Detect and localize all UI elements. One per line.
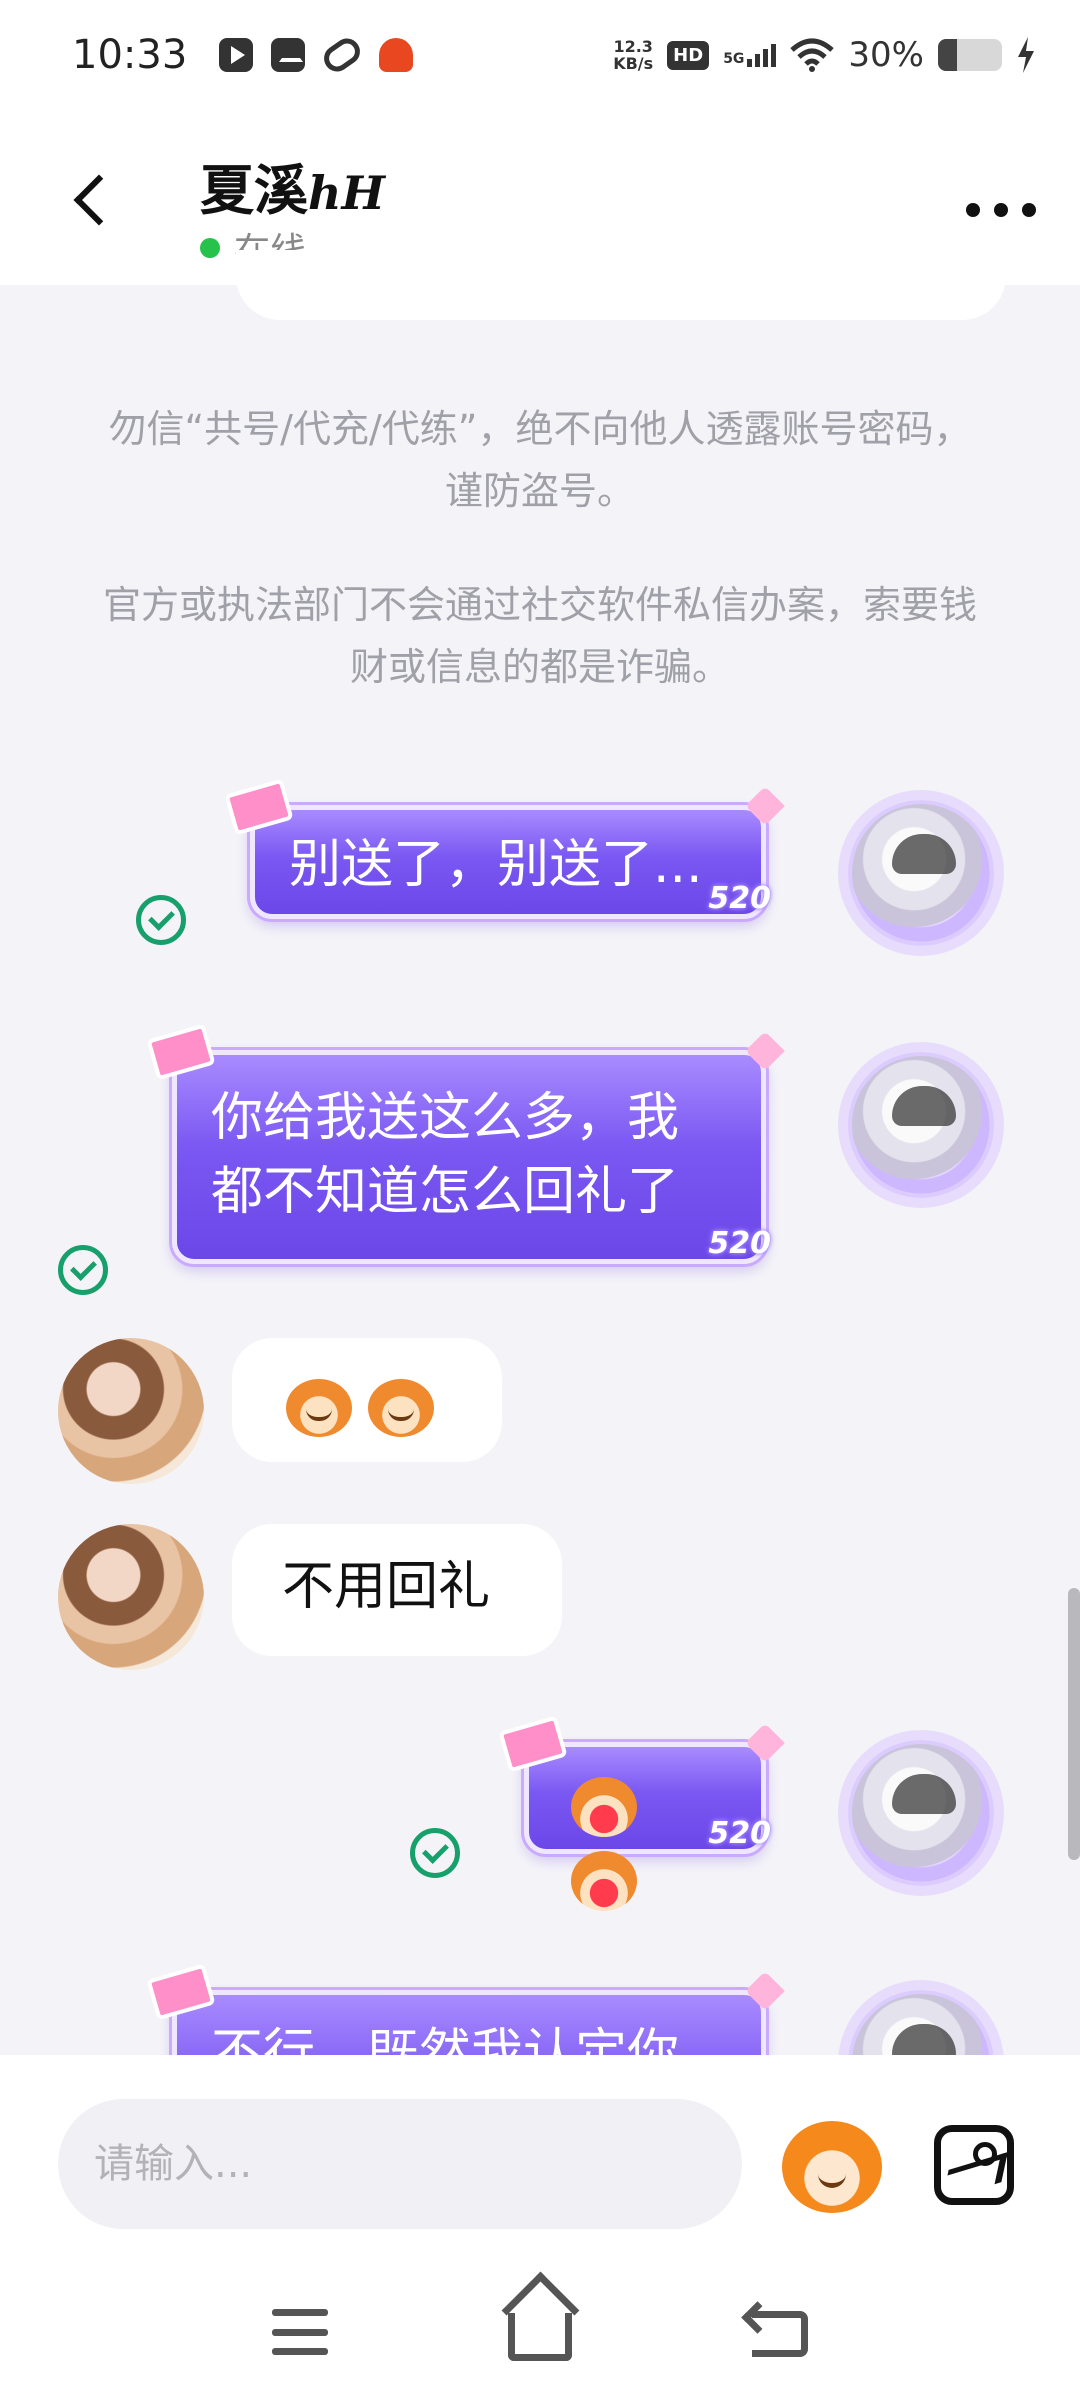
envelope-icon bbox=[224, 778, 294, 836]
heart-icon bbox=[745, 1723, 785, 1763]
message-text: 你给我送这么多，我都不知道怎么回礼了 bbox=[211, 1088, 680, 1222]
read-check-icon bbox=[410, 1828, 460, 1878]
network-speed-unit: KB/s bbox=[613, 54, 654, 73]
online-dot-icon bbox=[200, 238, 220, 258]
envelope-icon bbox=[498, 1715, 568, 1773]
recent-apps-button[interactable] bbox=[272, 2309, 328, 2355]
envelope-icon bbox=[146, 1023, 216, 1081]
link-icon bbox=[319, 33, 366, 77]
message-text: 不用回礼 bbox=[282, 1557, 491, 1617]
read-check-icon bbox=[58, 1245, 108, 1295]
my-avatar[interactable] bbox=[848, 1052, 994, 1198]
envelope-icon bbox=[146, 1963, 216, 2021]
message-bubble-outgoing[interactable]: 别送了，别送了... 520 bbox=[224, 778, 785, 919]
monkey-emoji-icon bbox=[286, 1379, 352, 1437]
my-avatar[interactable] bbox=[848, 800, 994, 946]
contact-name[interactable]: 夏溪hH bbox=[200, 146, 385, 225]
back-button[interactable] bbox=[62, 160, 122, 240]
network-speed-value: 12.3 bbox=[613, 37, 653, 56]
message-bubble-outgoing[interactable]: 520 bbox=[498, 1715, 785, 1911]
heart-monkey-emoji-icon bbox=[571, 1851, 637, 1911]
status-bar-left: 10:33 bbox=[72, 32, 414, 78]
message-input[interactable] bbox=[58, 2099, 742, 2229]
message-text: 别送了，别送了... bbox=[289, 835, 703, 895]
contact-avatar[interactable] bbox=[58, 1338, 204, 1484]
message-bubble-incoming[interactable] bbox=[232, 1338, 502, 1462]
profile-card-bottom bbox=[236, 250, 1006, 320]
menu-line-icon bbox=[272, 2348, 328, 2355]
wifi-icon bbox=[790, 38, 835, 72]
more-dot-icon bbox=[966, 203, 980, 217]
safety-notice-account: 勿信“共号/代充/代练”，绝不向他人透露账号密码，谨防盗号。 bbox=[108, 407, 972, 513]
robot-icon bbox=[379, 38, 414, 72]
more-dot-icon bbox=[994, 203, 1008, 217]
scrollbar[interactable] bbox=[1068, 1588, 1080, 1860]
emoji-button[interactable] bbox=[782, 2121, 882, 2213]
heart-icon bbox=[745, 1971, 785, 2011]
charging-icon bbox=[1018, 37, 1034, 73]
bubble-tag: 520 bbox=[708, 881, 771, 916]
my-avatar[interactable] bbox=[848, 1740, 994, 1886]
read-check-icon bbox=[136, 895, 186, 945]
bubble-tag: 520 bbox=[708, 1226, 771, 1261]
heart-icon bbox=[745, 1031, 785, 1071]
input-bar bbox=[0, 2055, 1080, 2265]
status-bar-right: 12.3 KB/s HD 5G 30% bbox=[613, 35, 1036, 75]
image-button[interactable] bbox=[934, 2125, 1014, 2205]
more-dot-icon bbox=[1022, 203, 1036, 217]
message-bubble-incoming[interactable]: 不用回礼 bbox=[232, 1524, 562, 1656]
monkey-emoji-icon bbox=[368, 1379, 434, 1437]
clock: 10:33 bbox=[72, 32, 188, 78]
signal-icon: 5G bbox=[723, 43, 777, 67]
bubble-tag: 520 bbox=[708, 1816, 771, 1851]
battery-icon bbox=[938, 39, 1002, 71]
contact-avatar[interactable] bbox=[58, 1524, 204, 1670]
play-icon bbox=[219, 38, 254, 72]
contact-name-suffix: hH bbox=[308, 166, 385, 220]
menu-line-icon bbox=[272, 2328, 328, 2336]
more-options-button[interactable] bbox=[966, 190, 1036, 230]
message-icon bbox=[271, 38, 306, 72]
battery-percent: 30% bbox=[848, 35, 924, 75]
system-back-button[interactable] bbox=[752, 2311, 808, 2357]
heart-icon bbox=[745, 786, 785, 826]
network-type: 5G bbox=[723, 50, 745, 67]
system-nav-bar bbox=[0, 2265, 1080, 2400]
contact-name-text: 夏溪 bbox=[200, 159, 308, 222]
status-bar: 10:33 12.3 KB/s HD 5G 30% bbox=[0, 0, 1080, 110]
hd-icon: HD bbox=[667, 40, 710, 70]
heart-monkey-emoji-icon bbox=[571, 1777, 637, 1837]
safety-notice-fraud: 官方或执法部门不会通过社交软件私信办案，索要钱财或信息的都是诈骗。 bbox=[102, 583, 977, 689]
home-button[interactable] bbox=[508, 2313, 572, 2361]
battery-fill bbox=[938, 39, 958, 71]
network-speed: 12.3 KB/s bbox=[613, 38, 653, 72]
message-bubble-outgoing[interactable]: 你给我送这么多，我都不知道怎么回礼了 520 bbox=[146, 1023, 785, 1264]
menu-line-icon bbox=[272, 2309, 328, 2316]
